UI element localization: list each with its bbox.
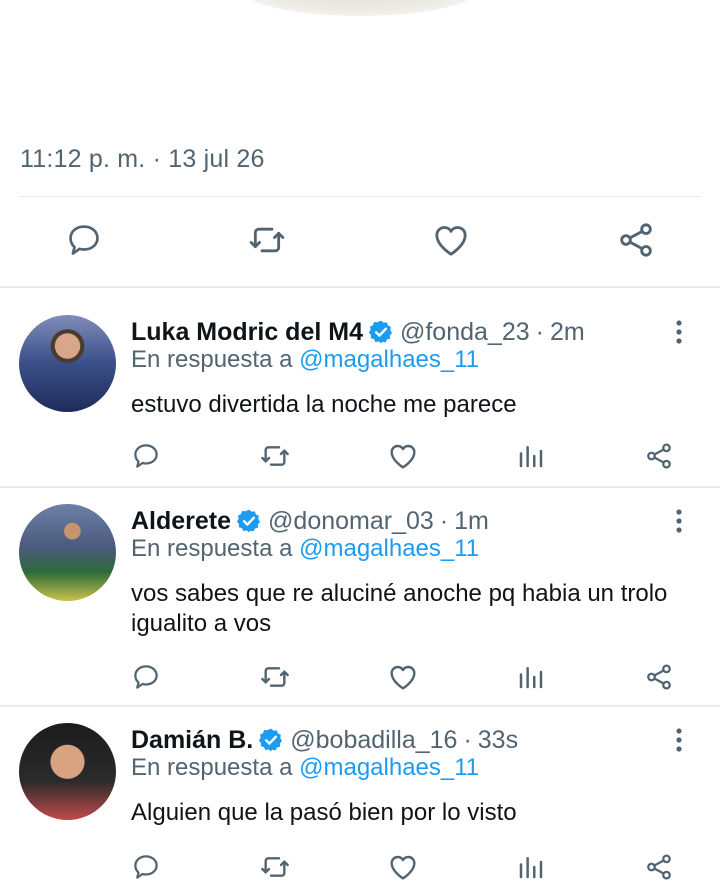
retweet-button[interactable]: [255, 657, 295, 697]
like-button[interactable]: [383, 657, 423, 697]
in-reply-to: En respuesta a @magalhaes_11: [131, 346, 479, 374]
share-button[interactable]: [639, 847, 679, 887]
analytics-icon: [519, 667, 543, 689]
tweet-timestamp: 11:12 p. m. · 13 jul 26: [20, 145, 265, 173]
reply-action-bar: [0, 657, 720, 697]
reply-action-bar: [0, 847, 720, 887]
retweet-icon: [261, 857, 289, 877]
reply-header: Luka Modric del M4 @fonda_23 · 2m: [131, 315, 585, 349]
divider: [20, 196, 700, 197]
reply-time: 2m: [549, 317, 585, 346]
in-reply-prefix: En respuesta a: [131, 346, 293, 373]
share-icon: [647, 443, 671, 469]
user-handle[interactable]: @fonda_23: [400, 318, 530, 347]
more-options-button[interactable]: [664, 315, 694, 349]
like-button[interactable]: [383, 436, 423, 476]
reply-icon: [134, 444, 158, 468]
user-handle[interactable]: @bobadilla_16: [290, 726, 457, 755]
retweet-icon: [261, 446, 289, 466]
reply-icon: [134, 855, 158, 879]
user-name[interactable]: Luka Modric del M4: [131, 318, 363, 347]
more-vertical-icon: [676, 320, 682, 344]
mention-link[interactable]: @magalhaes_11: [299, 535, 479, 562]
in-reply-to: En respuesta a @magalhaes_11: [131, 754, 479, 782]
reply-button[interactable]: [58, 214, 110, 266]
reply-icon: [69, 225, 99, 255]
user-name[interactable]: Damián B.: [131, 726, 253, 755]
retweet-icon: [249, 227, 285, 253]
thread-separator: [0, 705, 720, 707]
reply-text: vos sabes que re aluciné anoche pq habia…: [131, 580, 668, 637]
analytics-button[interactable]: [511, 847, 551, 887]
mention-link[interactable]: @magalhaes_11: [299, 346, 479, 373]
analytics-icon: [519, 857, 543, 879]
in-reply-to: En respuesta a @magalhaes_11: [131, 535, 479, 563]
reply-time: 1m: [454, 506, 489, 535]
in-reply-prefix: En respuesta a: [131, 535, 293, 562]
reply-button[interactable]: [126, 436, 166, 476]
in-reply-prefix: En respuesta a: [131, 754, 293, 781]
reply-button[interactable]: [126, 657, 166, 697]
reply-time: 33s: [477, 725, 519, 754]
tweet-action-bar: [0, 214, 720, 266]
tweet-image-partial[interactable]: [245, 0, 475, 16]
user-name[interactable]: Alderete: [131, 507, 231, 536]
retweet-button[interactable]: [241, 214, 293, 266]
retweet-button[interactable]: [255, 436, 295, 476]
more-options-button[interactable]: [664, 504, 694, 538]
avatar[interactable]: [19, 315, 116, 412]
reply-text: Alguien que la pasó bien por lo visto: [131, 799, 517, 826]
reply-header: Damián B. @bobadilla_16 · 33s: [131, 723, 518, 757]
reply-icon: [134, 665, 158, 689]
reply-header: Alderete @donomar_03 · 1m: [131, 504, 489, 538]
avatar[interactable]: [19, 723, 116, 820]
reply-button[interactable]: [126, 847, 166, 887]
heart-icon: [390, 665, 416, 690]
share-button[interactable]: [610, 214, 662, 266]
separator-dot: ·: [535, 317, 544, 346]
share-icon: [647, 664, 671, 690]
heart-icon: [390, 855, 416, 880]
separator-dot: ·: [463, 725, 472, 754]
share-button[interactable]: [639, 657, 679, 697]
thread-separator: [0, 286, 720, 288]
user-handle[interactable]: @donomar_03: [268, 507, 434, 536]
verified-badge-icon: [258, 727, 284, 753]
share-button[interactable]: [639, 436, 679, 476]
thread-separator: [0, 486, 720, 488]
reply-text: estuvo divertida la noche me parece: [131, 391, 517, 418]
heart-icon: [390, 444, 416, 469]
analytics-button[interactable]: [511, 657, 551, 697]
mention-link[interactable]: @magalhaes_11: [299, 754, 479, 781]
avatar[interactable]: [19, 504, 116, 601]
share-icon: [620, 223, 652, 257]
heart-icon: [435, 226, 467, 256]
retweet-button[interactable]: [255, 847, 295, 887]
more-vertical-icon: [676, 509, 682, 533]
reply-action-bar: [0, 436, 720, 476]
separator-dot: ·: [439, 506, 449, 535]
verified-badge-icon: [368, 319, 394, 345]
like-button[interactable]: [383, 847, 423, 887]
analytics-icon: [519, 446, 543, 468]
share-icon: [647, 854, 671, 880]
verified-badge-icon: [236, 508, 262, 534]
more-options-button[interactable]: [664, 723, 694, 757]
retweet-icon: [261, 667, 289, 687]
more-vertical-icon: [676, 728, 682, 752]
like-button[interactable]: [425, 214, 477, 266]
analytics-button[interactable]: [511, 436, 551, 476]
